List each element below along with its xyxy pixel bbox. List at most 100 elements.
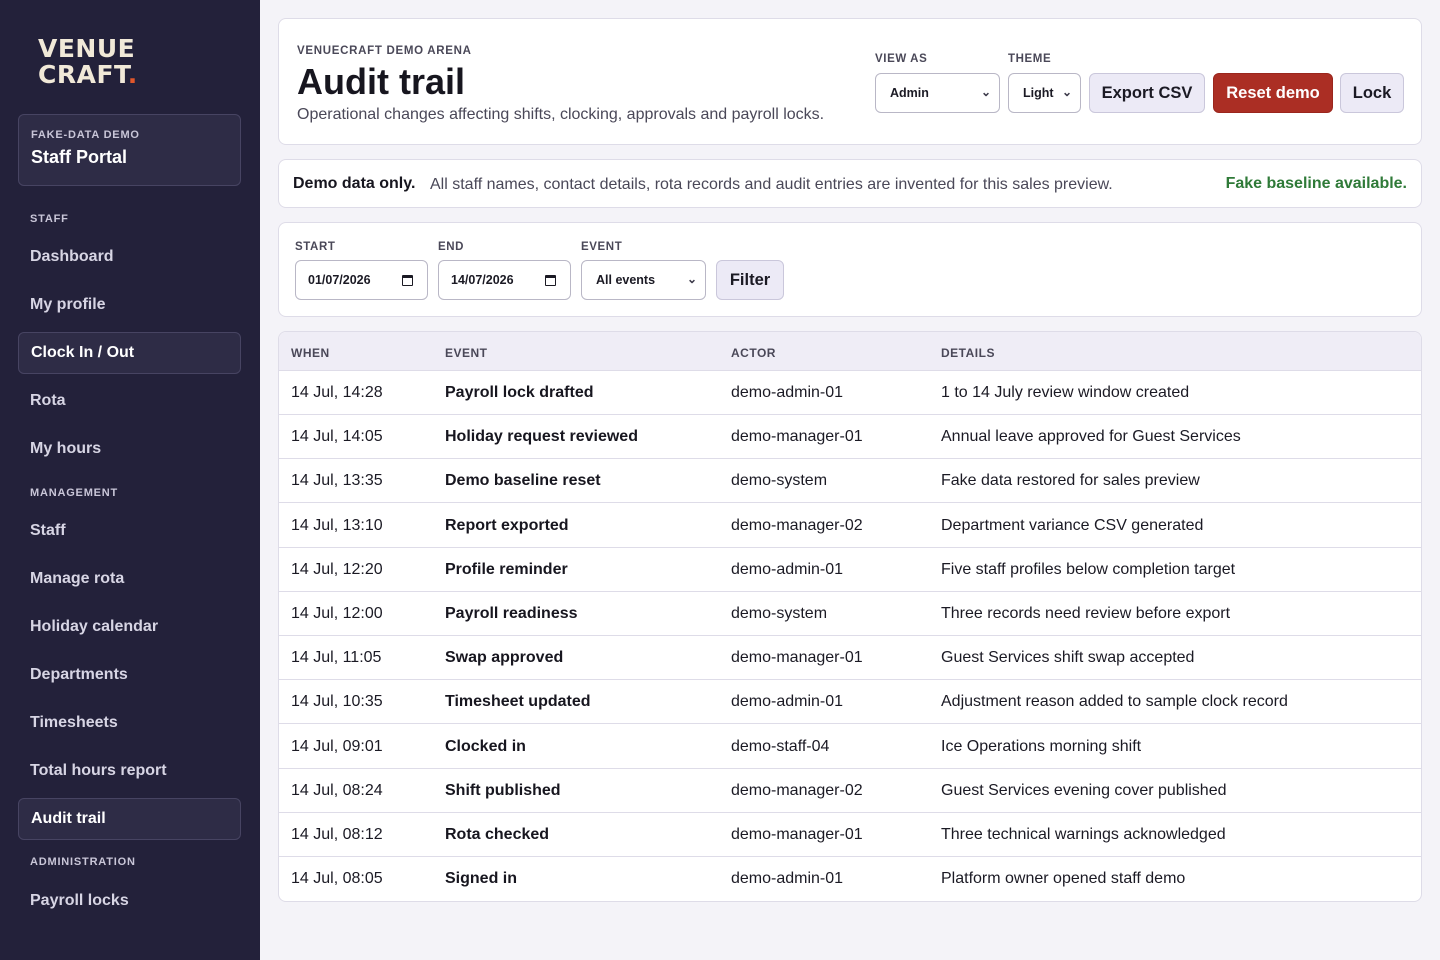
sidebar-item-my-profile[interactable]: My profile xyxy=(18,284,241,326)
sidebar-item-timesheets[interactable]: Timesheets xyxy=(18,702,241,744)
table-row[interactable]: 14 Jul, 09:01 Clocked in demo-staff-04 Ice … xyxy=(279,725,1421,769)
table-row[interactable]: 14 Jul, 08:12 Rota checked demo-manager-01… xyxy=(279,813,1421,857)
start-label: START xyxy=(295,241,336,253)
column-header-actor[interactable]: ACTOR xyxy=(731,346,776,360)
export-csv-button[interactable]: Export CSV xyxy=(1089,73,1205,113)
sidebar-item-payroll-locks[interactable]: Payroll locks xyxy=(18,880,241,922)
end-date-value: 14/07/2026 xyxy=(451,273,514,287)
cell-event: Signed in xyxy=(445,870,517,888)
cell-details: Guest Services shift swap accepted xyxy=(941,649,1195,667)
page-header: VENUECRAFT DEMO ARENA Audit trail Operat… xyxy=(278,18,1422,145)
start-date-input[interactable]: 01/07/2026 xyxy=(295,260,428,300)
cell-actor: demo-system xyxy=(731,472,828,490)
portal-eyebrow: FAKE-DATA DEMO xyxy=(31,129,140,141)
cell-event: Holiday request reviewed xyxy=(445,428,638,446)
table-row[interactable]: 14 Jul, 08:24 Shift published demo-manager… xyxy=(279,769,1421,813)
cell-details: Platform owner opened staff demo xyxy=(941,870,1186,888)
cell-actor: demo-system xyxy=(731,605,828,622)
cell-details: Annual leave approved for Guest Services xyxy=(941,428,1241,446)
sidebar-item-manage-rota[interactable]: Manage rota xyxy=(18,558,241,600)
table-row[interactable]: 14 Jul, 13:10 Report exported demo-manager… xyxy=(279,504,1421,548)
cell-when: 14 Jul, 08:05 xyxy=(291,870,383,888)
filter-button[interactable]: Filter xyxy=(716,260,784,300)
cell-actor: demo-manager-01 xyxy=(731,428,863,446)
sidebar-item-dashboard[interactable]: Dashboard xyxy=(18,236,241,278)
nav-section-administration: ADMINISTRATION xyxy=(30,856,136,868)
cell-when: 14 Jul, 08:24 xyxy=(291,781,383,799)
baseline-status: Fake baseline available. xyxy=(1225,175,1407,192)
table-header: WHEN EVENT ACTOR DETAILS xyxy=(279,332,1421,371)
sidebar-item-rota[interactable]: Rota xyxy=(18,380,241,422)
view-as-select[interactable]: Admin ⌄ xyxy=(875,73,1000,113)
cell-details: Guest Services evening cover published xyxy=(941,781,1227,799)
venuecraft-logo[interactable]: VENUE CRAFT. xyxy=(38,36,138,88)
cell-when: 14 Jul, 14:28 xyxy=(291,384,383,401)
sidebar-item-staff[interactable]: Staff xyxy=(18,510,241,552)
lock-button[interactable]: Lock xyxy=(1340,73,1404,113)
logo-line-2: CRAFT. xyxy=(38,60,138,89)
sidebar-item-total-hours-report[interactable]: Total hours report xyxy=(18,750,241,792)
column-header-when[interactable]: WHEN xyxy=(291,346,330,360)
cell-details: Five staff profiles below completion tar… xyxy=(941,560,1236,578)
reset-demo-button[interactable]: Reset demo xyxy=(1213,73,1333,113)
theme-select[interactable]: Light ⌄ xyxy=(1008,73,1081,113)
view-as-label: VIEW AS xyxy=(875,53,928,65)
calendar-icon[interactable] xyxy=(545,275,556,286)
cell-actor: demo-manager-02 xyxy=(731,516,863,534)
table-row[interactable]: 14 Jul, 13:35 Demo baseline reset demo-sys… xyxy=(279,459,1421,504)
cell-when: 14 Jul, 09:01 xyxy=(291,737,383,755)
cell-event: Timesheet updated xyxy=(445,693,591,711)
portal-card: FAKE-DATA DEMO Staff Portal xyxy=(18,114,241,186)
cell-actor: demo-manager-01 xyxy=(731,649,863,667)
demo-notice: Demo data only. All staff names, contact… xyxy=(278,159,1422,208)
table-row[interactable]: 14 Jul, 12:20 Profile reminder demo-admin-… xyxy=(279,548,1421,592)
cell-event: Demo baseline reset xyxy=(445,472,601,490)
event-select[interactable]: All events ⌄ xyxy=(581,260,706,300)
sidebar-item-my-hours[interactable]: My hours xyxy=(18,428,241,470)
view-as-value: Admin xyxy=(890,86,929,100)
cell-event: Rota checked xyxy=(445,826,550,843)
cell-when: 14 Jul, 14:05 xyxy=(291,428,383,446)
event-value: All events xyxy=(596,273,656,287)
sidebar-item-audit-trail[interactable]: Audit trail xyxy=(18,798,241,840)
table-row[interactable]: 14 Jul, 12:00 Payroll readiness demo-syste… xyxy=(279,592,1421,636)
sidebar-item-clock-in-out[interactable]: Clock In / Out xyxy=(18,332,241,374)
column-header-event[interactable]: EVENT xyxy=(445,346,488,360)
filter-bar: START 01/07/2026 END 14/07/2026 EVENT Al… xyxy=(278,222,1422,317)
page-title: Audit trail xyxy=(297,61,465,102)
cell-actor: demo-manager-01 xyxy=(731,826,863,843)
portal-title: Staff Portal xyxy=(31,147,128,167)
sidebar-item-holiday-calendar[interactable]: Holiday calendar xyxy=(18,606,241,648)
cell-when: 14 Jul, 11:05 xyxy=(291,649,382,667)
theme-value: Light xyxy=(1023,86,1054,100)
cell-actor: demo-manager-02 xyxy=(731,781,863,799)
table-row[interactable]: 14 Jul, 11:05 Swap approved demo-manager-0… xyxy=(279,636,1421,681)
cell-when: 14 Jul, 12:00 xyxy=(291,605,383,622)
venue-eyebrow: VENUECRAFT DEMO ARENA xyxy=(297,45,472,57)
cell-details: Three technical warnings acknowledged xyxy=(941,826,1226,843)
logo-line-1: VENUE xyxy=(38,34,136,63)
table-row[interactable]: 14 Jul, 08:05 Signed in demo-admin-01 Platf… xyxy=(279,857,1421,901)
chevron-down-icon: ⌄ xyxy=(686,272,697,286)
theme-label: THEME xyxy=(1008,53,1052,65)
cell-actor: demo-admin-01 xyxy=(731,693,844,711)
cell-event: Swap approved xyxy=(445,649,564,667)
cell-event: Report exported xyxy=(445,516,569,534)
cell-when: 14 Jul, 13:35 xyxy=(291,472,383,490)
column-header-details[interactable]: DETAILS xyxy=(941,346,995,360)
notice-heading: Demo data only. xyxy=(293,175,416,192)
event-label: EVENT xyxy=(581,241,623,253)
table-row[interactable]: 14 Jul, 10:35 Timesheet updated demo-admin… xyxy=(279,680,1421,725)
table-row[interactable]: 14 Jul, 14:05 Holiday request reviewed dem… xyxy=(279,415,1421,460)
chevron-down-icon: ⌄ xyxy=(1061,85,1072,99)
cell-actor: demo-admin-01 xyxy=(731,384,844,401)
sidebar-item-departments[interactable]: Departments xyxy=(18,654,241,696)
table-row[interactable]: 14 Jul, 14:28 Payroll lock drafted demo-ad… xyxy=(279,371,1421,415)
cell-actor: demo-staff-04 xyxy=(731,737,830,755)
chevron-down-icon: ⌄ xyxy=(980,85,991,99)
end-date-input[interactable]: 14/07/2026 xyxy=(438,260,571,300)
calendar-icon[interactable] xyxy=(402,275,413,286)
start-date-value: 01/07/2026 xyxy=(308,273,371,287)
cell-when: 14 Jul, 10:35 xyxy=(291,693,383,711)
end-label: END xyxy=(438,241,465,253)
